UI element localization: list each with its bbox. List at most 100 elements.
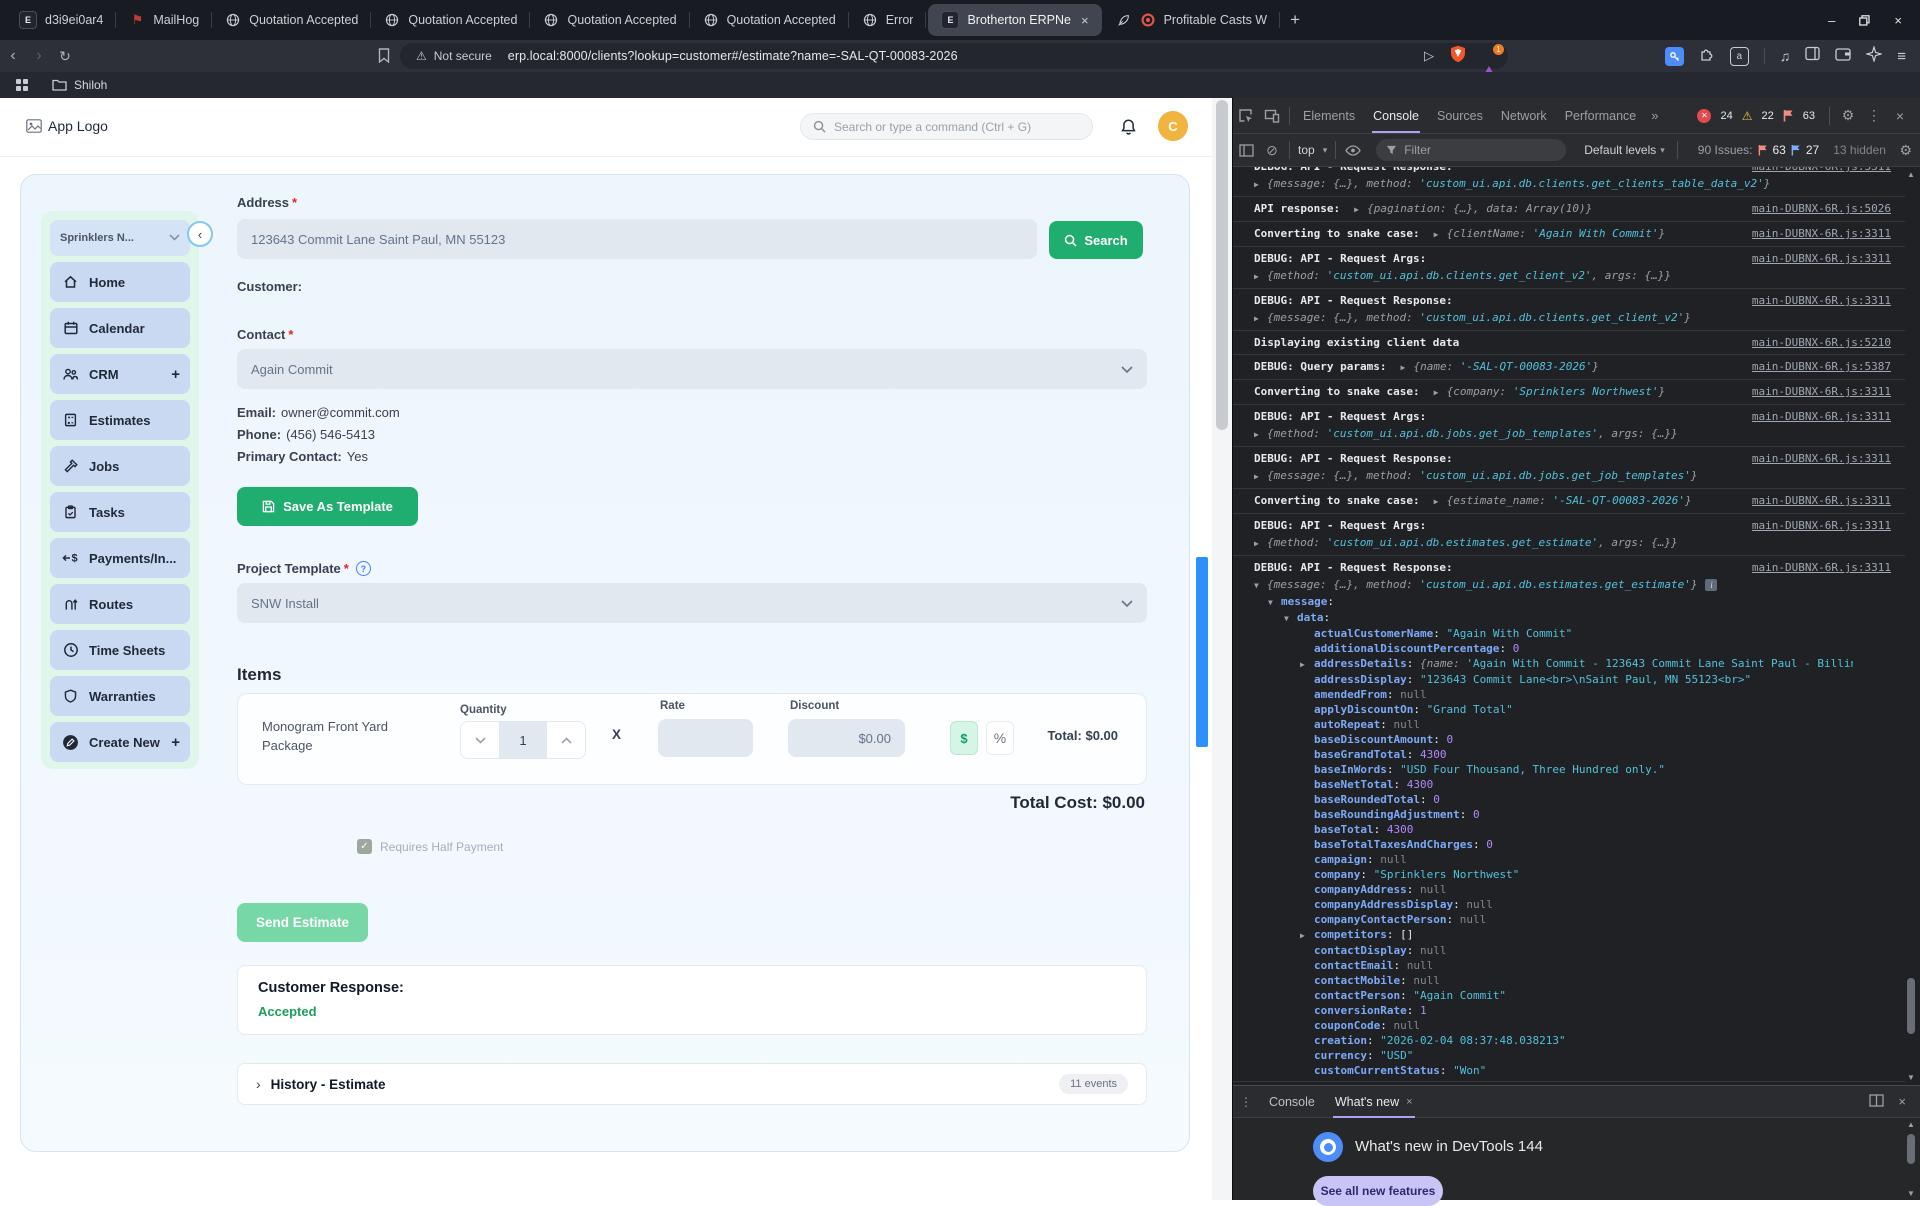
browser-tab[interactable]: Error	[849, 0, 927, 40]
scroll-down-icon[interactable]: ▼	[1904, 1073, 1918, 1082]
menu-icon[interactable]: ≡	[1897, 48, 1906, 65]
project-template-select[interactable]: SNW Install	[237, 583, 1147, 623]
back-icon[interactable]: ‹	[0, 47, 26, 65]
live-expression-eye-icon[interactable]	[1340, 144, 1366, 156]
expand-icon[interactable]: ▶	[1300, 928, 1314, 943]
bookmark-icon[interactable]	[378, 48, 390, 68]
sidebar-item-warranties[interactable]: Warranties	[50, 676, 190, 716]
console-source-link[interactable]: main-DUBNX-6R.js:3311	[1752, 167, 1891, 175]
console-settings-gear-icon[interactable]: ⚙	[1899, 142, 1912, 159]
console-scrollbar-thumb[interactable]	[1907, 978, 1915, 1034]
device-toolbar-icon[interactable]	[1259, 108, 1285, 124]
console-filter-input[interactable]: Filter	[1376, 139, 1567, 161]
sidebar-item-home[interactable]: Home	[50, 262, 190, 302]
clear-console-icon[interactable]: ⊘	[1259, 142, 1285, 159]
discount-dollar-toggle[interactable]: $	[950, 721, 978, 755]
console-tree-branch[interactable]: ▼ data:	[1254, 610, 1853, 626]
whats-new-scrollbar-thumb[interactable]	[1907, 1134, 1915, 1164]
collapse-icon[interactable]: ▼	[1284, 611, 1297, 626]
sidebar-item-calendar[interactable]: Calendar	[50, 308, 190, 348]
scroll-down-icon[interactable]: ▼	[1904, 1189, 1918, 1198]
expand-icon[interactable]: ▶	[1254, 310, 1267, 327]
kebab-menu-icon[interactable]: ⋮	[1862, 107, 1886, 124]
browser-tab[interactable]: ⚑ MailHog	[116, 0, 213, 40]
expand-icon[interactable]: ▶	[1434, 493, 1447, 510]
browser-tab[interactable]: Quotation Accepted	[530, 0, 690, 40]
forward-icon[interactable]: ›	[26, 47, 52, 65]
sidebar-item-tasks[interactable]: Tasks	[50, 492, 190, 532]
window-restore-icon[interactable]	[1859, 14, 1871, 26]
tab-close-icon[interactable]: ×	[1081, 13, 1089, 28]
rate-input[interactable]	[658, 719, 753, 757]
command-search-input[interactable]: Search or type a command (Ctrl + G)	[800, 113, 1093, 140]
expand-icon[interactable]: ▶	[1400, 359, 1413, 376]
expand-icon[interactable]: ▶	[1254, 426, 1267, 443]
help-icon[interactable]: ?	[355, 561, 371, 576]
apps-grid-icon[interactable]	[16, 79, 28, 91]
devtools-tab-sources[interactable]: Sources	[1428, 98, 1492, 133]
search-button[interactable]: Search	[1049, 221, 1143, 259]
inner-scroll-indicator[interactable]	[1196, 557, 1208, 747]
app-logo[interactable]: App Logo	[26, 118, 108, 134]
console-source-link[interactable]: main-DUBNX-6R.js:3311	[1752, 492, 1891, 509]
address-input[interactable]: 123643 Commit Lane Saint Paul, MN 55123	[237, 219, 1037, 259]
history-row[interactable]: › History - Estimate 11 events	[237, 1063, 1147, 1105]
devtools-close-icon[interactable]: ×	[1888, 108, 1912, 124]
window-close-icon[interactable]: ×	[1894, 13, 1902, 28]
expand-icon[interactable]: ▶	[1434, 384, 1447, 401]
sidebar-item-crm[interactable]: CRM +	[50, 354, 190, 394]
drawer-close-icon[interactable]: ×	[1898, 1094, 1906, 1109]
console-sidebar-icon[interactable]	[1233, 143, 1259, 157]
sidebar-item-payments-in[interactable]: $ Payments/In...	[50, 538, 190, 578]
whats-new-scrollbar[interactable]: ▲ ▼	[1904, 1120, 1918, 1198]
drawer-tab-close-icon[interactable]: ×	[1406, 1096, 1412, 1108]
drawer-tab-console[interactable]: Console	[1259, 1086, 1325, 1118]
console-source-link[interactable]: main-DUBNX-6R.js:5026	[1752, 200, 1891, 217]
collapse-icon[interactable]: ▼	[1254, 577, 1267, 594]
expand-icon[interactable]: ▶	[1354, 201, 1367, 218]
user-avatar[interactable]: C	[1158, 111, 1188, 141]
extensions-puzzle-icon[interactable]	[1699, 46, 1715, 67]
company-select[interactable]: Sprinklers N...	[50, 220, 190, 256]
discount-percent-toggle[interactable]: %	[986, 721, 1014, 755]
console-source-link[interactable]: main-DUBNX-6R.js:3311	[1752, 559, 1891, 576]
save-as-template-button[interactable]: Save As Template	[237, 487, 418, 526]
brave-shield-icon[interactable]	[1450, 45, 1466, 68]
sidebar-item-time-sheets[interactable]: Time Sheets	[50, 630, 190, 670]
scroll-up-icon[interactable]: ▲	[1904, 1120, 1918, 1129]
console-source-link[interactable]: main-DUBNX-6R.js:5387	[1752, 358, 1891, 375]
add-icon[interactable]: +	[171, 366, 180, 383]
send-estimate-button[interactable]: Send Estimate	[237, 903, 368, 942]
console-source-link[interactable]: main-DUBNX-6R.js:3311	[1752, 450, 1891, 467]
password-manager-icon[interactable]	[1664, 46, 1684, 66]
console-source-link[interactable]: main-DUBNX-6R.js:3311	[1752, 383, 1891, 400]
expand-icon[interactable]: ▶	[1254, 268, 1267, 285]
expand-icon[interactable]: ▶	[1254, 176, 1267, 193]
add-icon[interactable]: +	[171, 734, 180, 751]
address-bar[interactable]: ⚠ Not secure erp.local:8000/clients?look…	[400, 43, 1508, 78]
drawer-kebab-icon[interactable]: ⋮	[1233, 1095, 1259, 1109]
console-tree-branch[interactable]: ▼ message:	[1254, 594, 1853, 610]
window-minimize-icon[interactable]: –	[1828, 13, 1835, 28]
leo-ai-sparkle-icon[interactable]	[1865, 44, 1884, 67]
wallet-icon[interactable]	[1835, 47, 1851, 66]
chevron-right-icon[interactable]: ›	[256, 1076, 261, 1092]
page-scrollbar[interactable]	[1212, 98, 1232, 1200]
hidden-messages-count[interactable]: 13 hidden	[1833, 143, 1886, 157]
sidebar-item-routes[interactable]: Routes	[50, 584, 190, 624]
browser-tab[interactable]: Quotation Accepted	[371, 0, 531, 40]
contact-select[interactable]: Again Commit	[237, 349, 1147, 389]
issues-icon[interactable]	[1783, 109, 1794, 122]
devtools-tab-performance[interactable]: Performance	[1556, 98, 1646, 133]
split-panel-icon[interactable]	[1869, 1093, 1885, 1110]
console-source-link[interactable]: main-DUBNX-6R.js:3311	[1752, 292, 1891, 309]
reload-icon[interactable]: ↻	[52, 48, 78, 65]
discount-input[interactable]: $0.00	[788, 719, 905, 757]
console-source-link[interactable]: main-DUBNX-6R.js:5210	[1752, 334, 1891, 351]
browser-tab[interactable]: Ed3i9ei0ar4	[6, 0, 117, 40]
browser-tab[interactable]: Profitable Casts W	[1104, 0, 1281, 40]
collapse-icon[interactable]: ▼	[1268, 595, 1281, 610]
context-selector[interactable]: top	[1298, 143, 1315, 157]
browser-tab[interactable]: E Brotherton ERPNe ×	[928, 4, 1102, 36]
scroll-up-icon[interactable]: ▲	[1904, 170, 1918, 179]
